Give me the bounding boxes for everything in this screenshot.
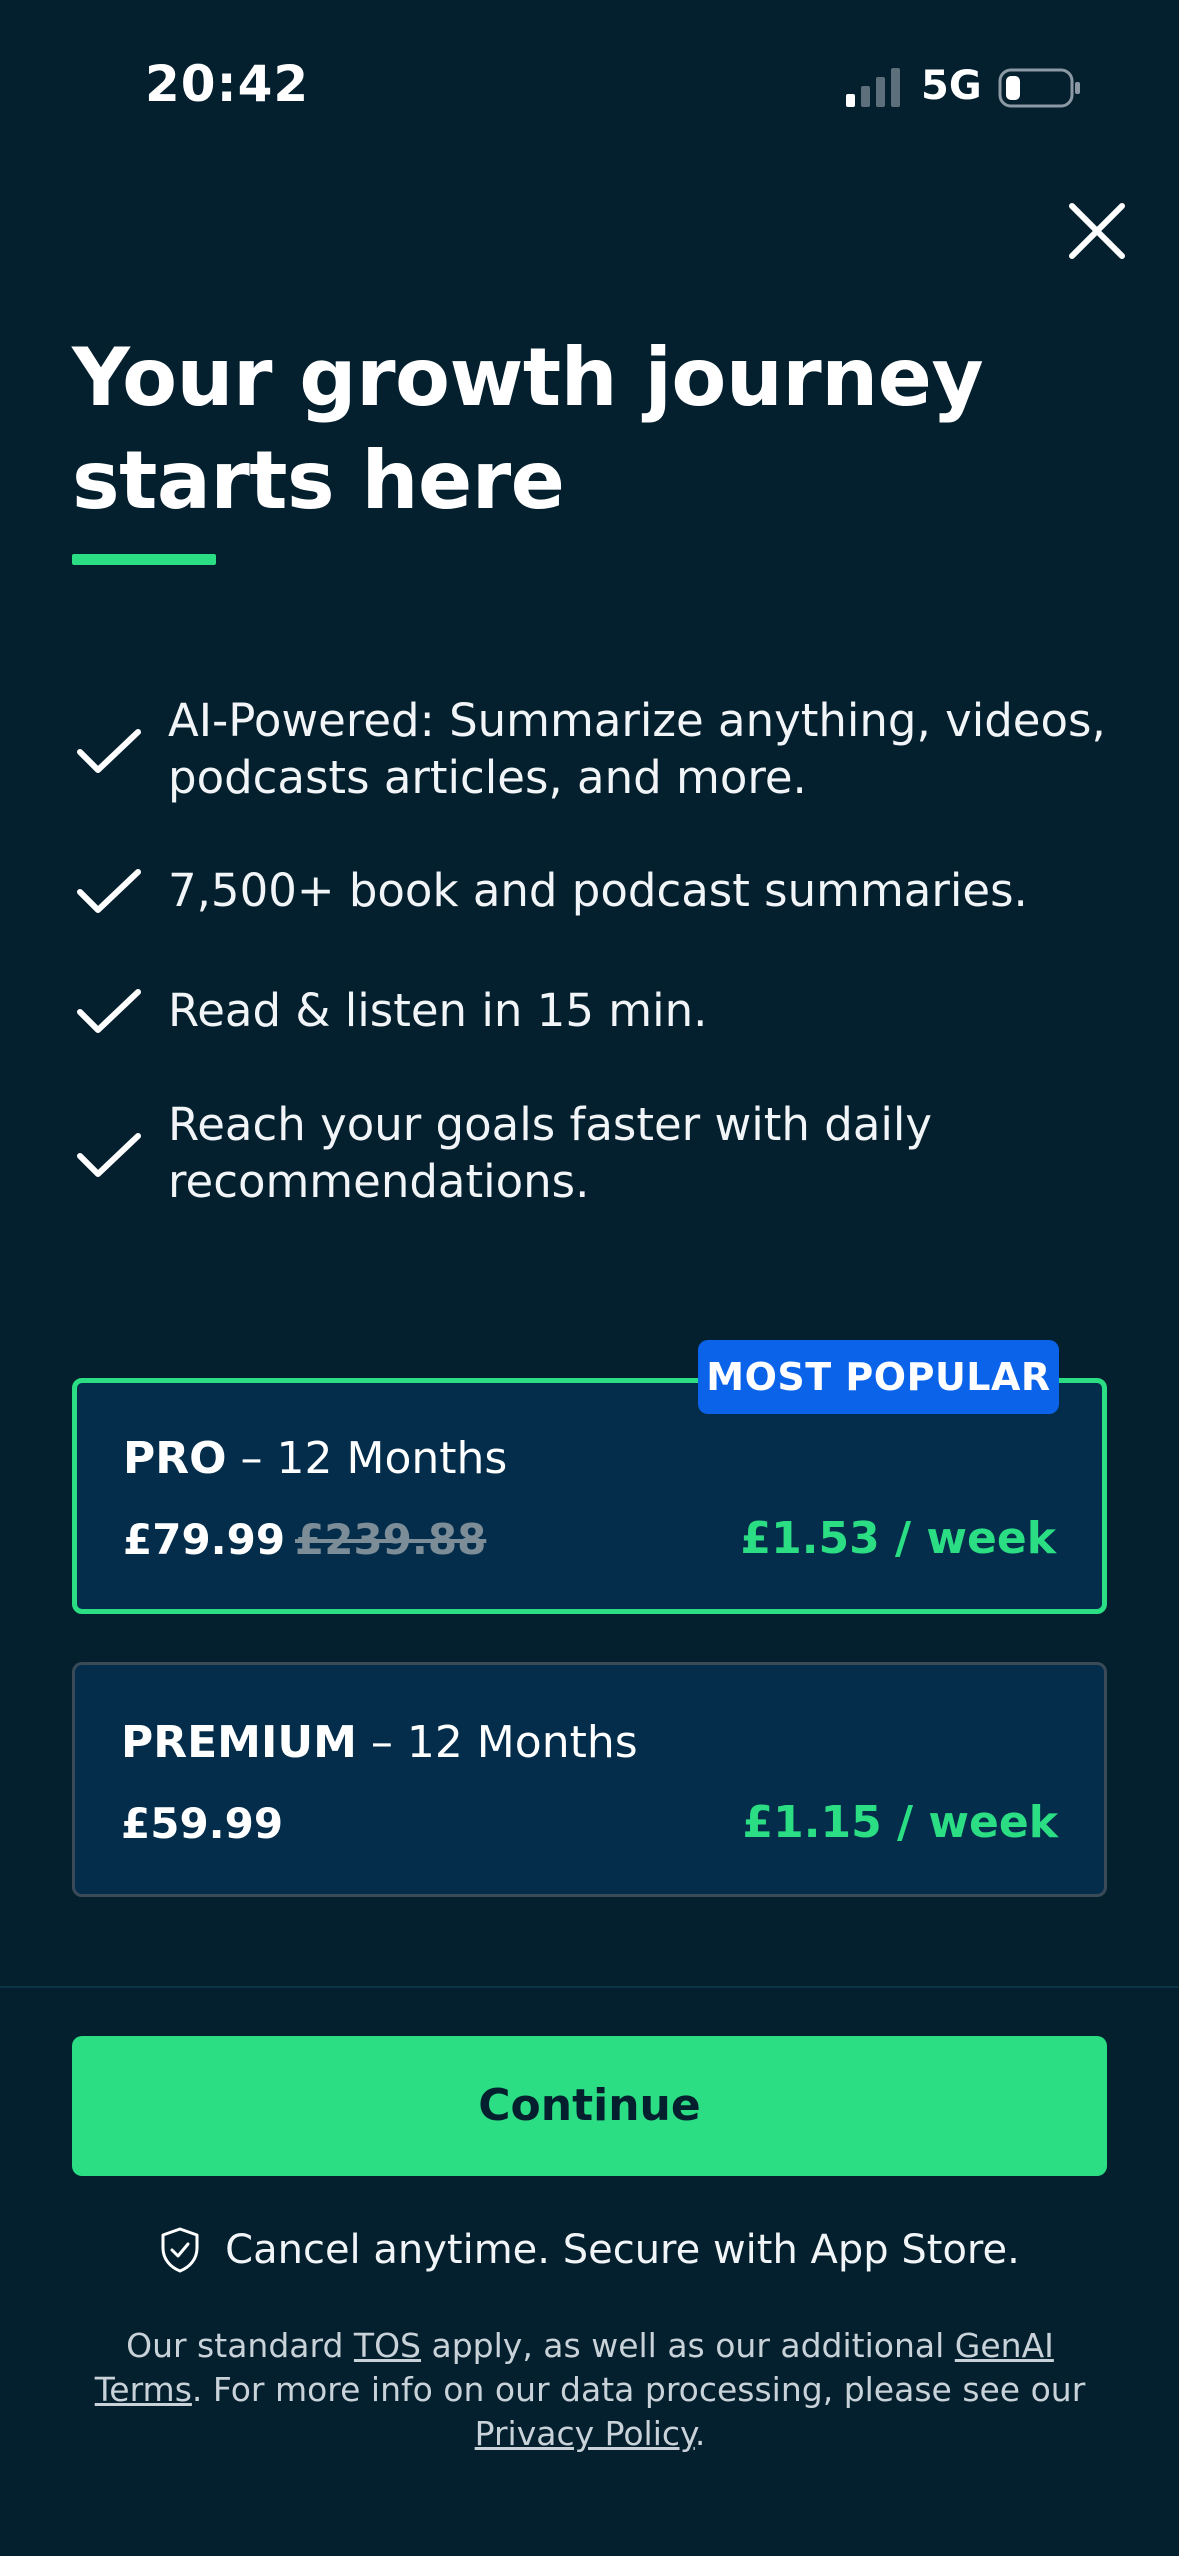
- feature-text-line: AI-Powered: Summarize anything, videos,: [168, 694, 1106, 747]
- plan-duration: – 12 Months: [356, 1717, 638, 1768]
- feature-text: 7,500+ book and podcast summaries.: [168, 864, 1028, 917]
- plan-price: £79.99: [123, 1515, 286, 1564]
- plan-duration: – 12 Months: [226, 1433, 508, 1484]
- feature-text: AI-Powered: Summarize anything, videos, …: [168, 692, 1168, 806]
- paywall-screen: 20:42 5G Your growth journey starts here…: [0, 0, 1179, 2556]
- continue-button[interactable]: Continue: [72, 2036, 1107, 2176]
- legal-text: Our standard TOS apply, as well as our a…: [70, 2324, 1110, 2456]
- check-icon: [77, 869, 141, 913]
- title-accent-underline: [72, 554, 216, 565]
- signal-bars-icon: [846, 68, 900, 107]
- section-divider: [0, 1986, 1179, 1988]
- close-icon[interactable]: [1062, 196, 1132, 266]
- most-popular-badge: MOST POPULAR: [698, 1340, 1059, 1414]
- privacy-policy-link[interactable]: Privacy Policy: [475, 2414, 695, 2453]
- legal-text-part: .: [694, 2414, 706, 2453]
- legal-text-part: Our standard: [126, 2326, 354, 2365]
- network-label: 5G: [921, 63, 982, 109]
- plan-price: £59.99: [121, 1799, 284, 1848]
- feature-text-line: podcasts articles, and more.: [168, 751, 807, 804]
- legal-text-part: apply, as well as our additional: [421, 2326, 955, 2365]
- plan-weekly-price: £1.15 / week: [742, 1797, 1058, 1848]
- feature-text: Read & listen in 15 min.: [168, 984, 708, 1037]
- shield-check-icon: [161, 2227, 199, 2273]
- page-title: Your growth journey starts here: [72, 326, 1072, 532]
- title-line-2: starts here: [72, 434, 565, 527]
- feature-item: 7,500+ book and podcast summaries.: [72, 862, 1112, 922]
- plan-card-premium[interactable]: PREMIUM – 12 Months £59.99 £1.15 / week: [72, 1662, 1107, 1897]
- feature-item: Read & listen in 15 min.: [72, 982, 1112, 1042]
- plan-weekly-price: £1.53 / week: [740, 1513, 1056, 1564]
- feature-text-line: Reach your goals faster with daily: [168, 1098, 933, 1151]
- feature-text-line: recommendations.: [168, 1155, 590, 1208]
- secure-note: Cancel anytime. Secure with App Store.: [0, 2226, 1179, 2286]
- secure-text: Cancel anytime. Secure with App Store.: [225, 2227, 1020, 2273]
- tos-link[interactable]: TOS: [354, 2326, 421, 2365]
- legal-text-part: . For more info on our data processing, …: [191, 2370, 1086, 2409]
- battery-low-icon: [998, 68, 1080, 108]
- feature-text: Reach your goals faster with daily recom…: [168, 1096, 1168, 1210]
- plan-old-price: £239.88: [295, 1515, 487, 1564]
- plan-title: PRO – 12 Months: [123, 1433, 507, 1484]
- check-icon: [77, 1133, 141, 1177]
- check-icon: [77, 729, 141, 773]
- plan-name: PRO: [123, 1433, 227, 1484]
- plan-name: PREMIUM: [121, 1717, 357, 1768]
- title-line-1: Your growth journey: [72, 331, 984, 424]
- plan-title: PREMIUM – 12 Months: [121, 1717, 638, 1768]
- status-time: 20:42: [145, 55, 310, 113]
- feature-item: AI-Powered: Summarize anything, videos, …: [72, 692, 1112, 812]
- feature-item: Reach your goals faster with daily recom…: [72, 1096, 1112, 1216]
- check-icon: [77, 989, 141, 1033]
